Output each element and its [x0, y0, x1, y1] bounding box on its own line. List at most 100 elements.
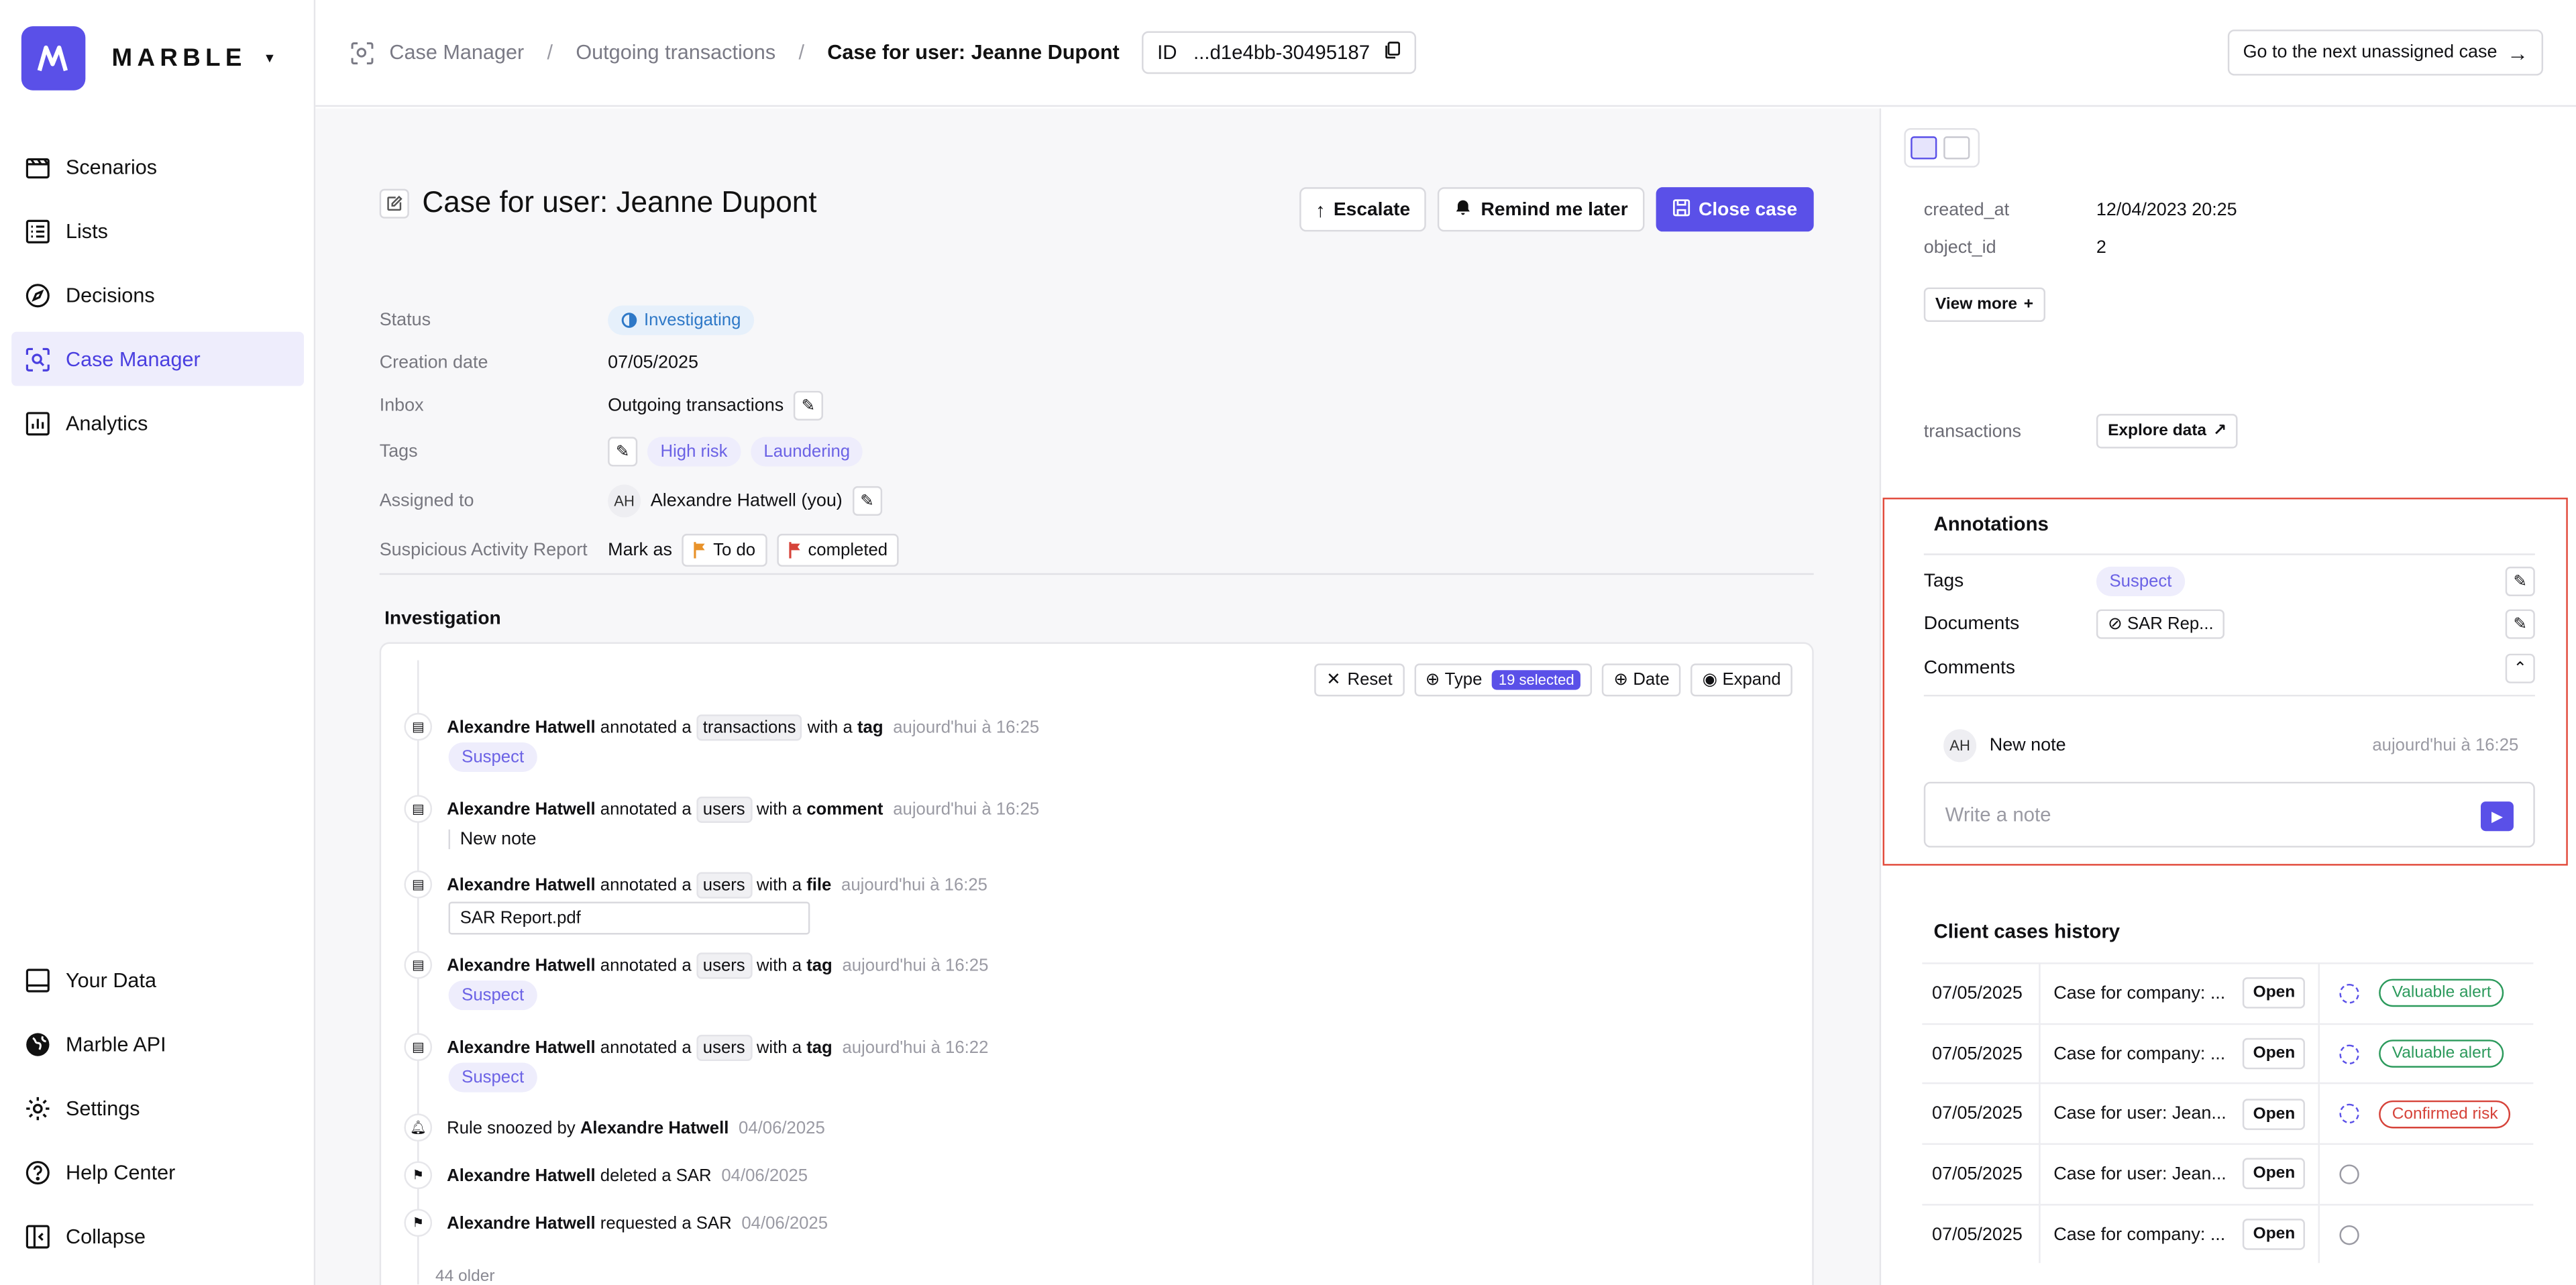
- comment-text: New note: [1989, 736, 2066, 756]
- timeline-event: ⚑ Alexandre Hatwell deleted a SAR 04/06/…: [404, 1161, 808, 1190]
- event-time: 04/06/2025: [741, 1213, 828, 1233]
- sidebar-item-label: Analytics: [65, 411, 148, 435]
- view-more-button[interactable]: View more +: [1923, 287, 2045, 323]
- globe-icon: [26, 1032, 50, 1056]
- avatar: AH: [1943, 729, 1977, 763]
- sidebar-item-help-center[interactable]: Help Center: [11, 1145, 304, 1199]
- flag-icon: [694, 542, 705, 559]
- comment-text: New note: [448, 829, 537, 850]
- copy-icon[interactable]: [1383, 41, 1401, 64]
- edit-icon[interactable]: ✎: [2505, 566, 2535, 596]
- sar-todo-label: To do: [713, 540, 756, 561]
- created-at-row: created_at 12/04/2023 20:25: [1924, 201, 2237, 220]
- edit-icon[interactable]: ✎: [2505, 609, 2535, 639]
- arrow-right-icon: →: [2507, 40, 2529, 65]
- escalate-button[interactable]: ↑ Escalate: [1299, 187, 1427, 232]
- open-case-button[interactable]: Open: [2243, 1219, 2305, 1250]
- case-id-value: ...d1e4bb-30495187: [1193, 41, 1371, 64]
- send-icon[interactable]: ▶: [2480, 801, 2514, 832]
- event-kind: tag: [806, 955, 833, 975]
- panel-layout-toggle[interactable]: [1904, 128, 1980, 168]
- document-chip[interactable]: ⊘ SAR Rep...: [2096, 609, 2225, 639]
- event-time: aujourd'hui à 16:25: [842, 955, 989, 975]
- reset-filter-button[interactable]: ✕ Reset: [1315, 663, 1404, 697]
- sidebar-item-decisions[interactable]: Decisions: [11, 268, 304, 322]
- breadcrumb-inbox[interactable]: Outgoing transactions: [576, 41, 775, 64]
- status-badge[interactable]: Investigating: [608, 305, 755, 335]
- case-fields: Status Investigating Creation date 07/05…: [380, 300, 1814, 576]
- close-case-button[interactable]: Close case: [1656, 187, 1814, 232]
- file-link[interactable]: SAR Report.pdf: [448, 901, 810, 935]
- edit-icon[interactable]: ✎: [852, 486, 882, 516]
- flag-icon: ⚑: [404, 1209, 433, 1237]
- chevron-up-icon[interactable]: ⌃: [2505, 653, 2535, 683]
- case-name: Case for user: Jean...: [2053, 1104, 2226, 1124]
- table-row: 07/05/2025 Case for user: Jean... Open Conf…: [1922, 1082, 2534, 1143]
- older-events-link[interactable]: 44 older: [435, 1268, 495, 1285]
- comment-time: aujourd'hui à 16:25: [2372, 736, 2519, 756]
- close-case-label: Close case: [1698, 199, 1798, 219]
- expand-label: Expand: [1722, 670, 1781, 690]
- remind-label: Remind me later: [1481, 199, 1628, 219]
- caret-down-icon[interactable]: ▼: [263, 51, 276, 66]
- sidebar-item-scenarios[interactable]: Scenarios: [11, 139, 304, 194]
- date-label: Date: [1633, 670, 1670, 690]
- sar-todo-button[interactable]: To do: [682, 533, 767, 567]
- sidebar-item-your-data[interactable]: Your Data: [11, 952, 304, 1007]
- event-kind: file: [806, 875, 832, 895]
- sar-completed-button[interactable]: completed: [776, 533, 900, 567]
- timeline-event: ▤ Alexandre Hatwell annotated a users wi…: [404, 950, 989, 979]
- sidebar-item-analytics[interactable]: Analytics: [11, 396, 304, 450]
- open-case-button[interactable]: Open: [2243, 977, 2305, 1009]
- explore-data-button[interactable]: Explore data ↗: [2096, 414, 2239, 449]
- open-case-button[interactable]: Open: [2243, 1158, 2305, 1190]
- event-with: with a: [807, 716, 853, 737]
- tag-badge: Suspect: [448, 1062, 537, 1093]
- sidebar-item-settings[interactable]: Settings: [11, 1080, 304, 1135]
- event-action: annotated a: [600, 716, 692, 737]
- edit-icon[interactable]: [379, 188, 409, 218]
- timeline-event: ⚑ Alexandre Hatwell requested a SAR 04/0…: [404, 1209, 828, 1237]
- table-row: 07/05/2025 Case for company: ... Open Valua…: [1922, 962, 2534, 1023]
- event-user: Alexandre Hatwell: [447, 955, 596, 975]
- tag-badge: Laundering: [750, 437, 863, 467]
- view-more-wrap: View more +: [1923, 287, 2045, 323]
- event-action: annotated a: [600, 1037, 692, 1057]
- timeline-filters: ✕ Reset ⊕ Type 19 selected ⊕ Date ◉ Expand: [1315, 663, 1792, 697]
- gear-icon: [26, 1096, 50, 1119]
- sidebar-item-case-manager[interactable]: Case Manager: [11, 331, 305, 386]
- inbox-row: Inbox Outgoing transactions ✎: [380, 386, 1814, 426]
- outcome-badge: Valuable alert: [2379, 1040, 2505, 1068]
- sidebar-item-marble-api[interactable]: Marble API: [11, 1017, 304, 1071]
- event-time: aujourd'hui à 16:25: [893, 716, 1040, 737]
- event-with: with a: [756, 875, 802, 895]
- breadcrumb-case-manager[interactable]: Case Manager: [389, 41, 524, 64]
- breadcrumb: Case Manager / Outgoing transactions / C…: [350, 40, 1120, 65]
- marble-logo-icon: [21, 26, 86, 91]
- event-user: Alexandre Hatwell: [447, 799, 596, 819]
- logo[interactable]: MARBLE ▼: [21, 26, 276, 91]
- open-case-button[interactable]: Open: [2243, 1038, 2305, 1070]
- layout-full-icon[interactable]: [1943, 136, 1970, 160]
- case-status-cell: Valuable alert: [2320, 979, 2505, 1008]
- note-input[interactable]: Write a note ▶: [1923, 781, 2535, 848]
- event-user: Alexandre Hatwell: [447, 1037, 596, 1057]
- edit-icon[interactable]: ✎: [793, 390, 823, 421]
- remind-later-button[interactable]: Remind me later: [1438, 187, 1645, 232]
- next-unassigned-case-button[interactable]: Go to the next unassigned case →: [2228, 30, 2544, 76]
- expand-button[interactable]: ◉ Expand: [1690, 663, 1792, 697]
- date-filter-button[interactable]: ⊕ Date: [1602, 663, 1681, 697]
- layout-split-icon[interactable]: [1911, 136, 1937, 160]
- panel-collapse-icon: [25, 1224, 50, 1248]
- event-tag: Suspect: [448, 1062, 537, 1093]
- open-case-button[interactable]: Open: [2243, 1098, 2305, 1130]
- edit-icon[interactable]: ✎: [608, 437, 638, 467]
- type-filter-button[interactable]: ⊕ Type 19 selected: [1413, 663, 1593, 697]
- sidebar-item-collapse[interactable]: Collapse: [11, 1209, 304, 1263]
- event-user: Alexandre Hatwell: [447, 1165, 596, 1185]
- timeline-event: 🔔︎ Rule snoozed by Alexandre Hatwell 04/…: [404, 1113, 825, 1142]
- sar-label: Suspicious Activity Report: [379, 540, 588, 561]
- sidebar-item-lists[interactable]: Lists: [11, 204, 304, 258]
- case-status-cell: [2320, 1224, 2359, 1245]
- event-user: Alexandre Hatwell: [447, 1213, 596, 1233]
